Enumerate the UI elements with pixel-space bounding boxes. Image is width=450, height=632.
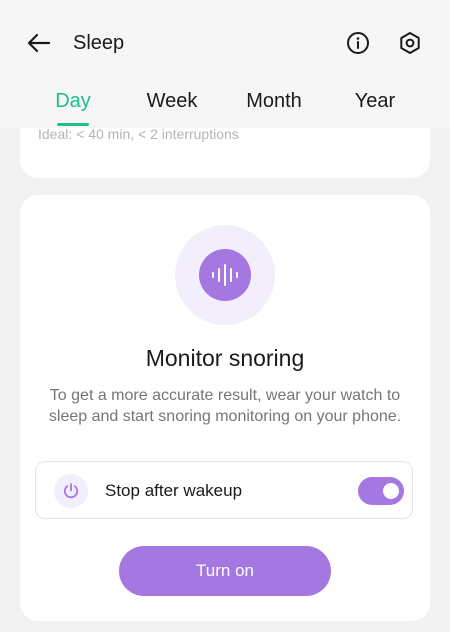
turn-on-button[interactable]: Turn on: [119, 546, 331, 596]
power-icon-badge: [54, 474, 88, 508]
tab-year[interactable]: Year: [355, 88, 395, 114]
snoring-title: Monitor snoring: [145, 345, 305, 371]
tab-day[interactable]: Day: [55, 88, 91, 114]
sound-wave-icon: [212, 264, 238, 286]
snoring-description: To get a more accurate result, wear your…: [48, 387, 402, 425]
period-tabs: Day Week Month Year: [0, 84, 450, 128]
stop-after-wakeup-toggle[interactable]: [358, 477, 404, 505]
arrow-left-icon: [27, 33, 51, 53]
info-button[interactable]: [343, 28, 373, 58]
tab-month[interactable]: Month: [246, 88, 302, 114]
tab-week[interactable]: Week: [147, 88, 198, 114]
toggle-knob: [383, 483, 399, 499]
stop-after-wakeup-row[interactable]: Stop after wakeup: [35, 461, 413, 519]
stop-after-wakeup-label: Stop after wakeup: [105, 481, 243, 500]
snoring-icon-badge: [175, 225, 275, 325]
info-icon: [347, 32, 369, 54]
power-icon: [63, 483, 79, 499]
app-header: Sleep: [0, 0, 450, 84]
page-title: Sleep: [73, 32, 125, 54]
back-button[interactable]: [22, 28, 56, 58]
ideal-hint-text: Ideal: < 40 min, < 2 interruptions: [38, 126, 239, 142]
settings-icon: [400, 32, 420, 54]
settings-button[interactable]: [395, 28, 425, 58]
active-tab-indicator: [57, 123, 89, 126]
